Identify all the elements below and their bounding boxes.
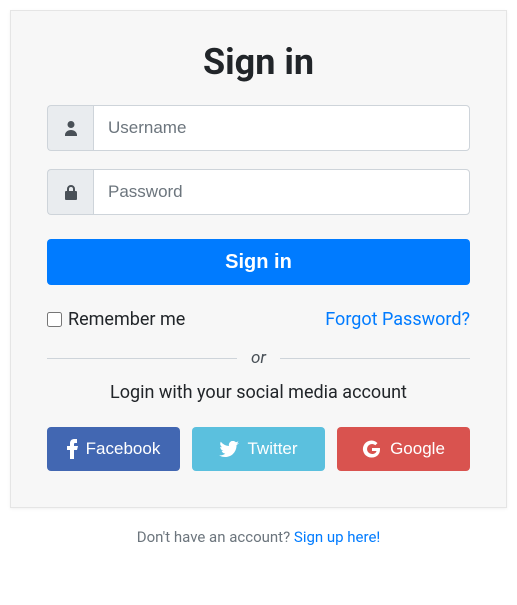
twitter-icon bbox=[219, 441, 239, 457]
divider-label: or bbox=[237, 348, 280, 368]
signin-button[interactable]: Sign in bbox=[47, 239, 470, 285]
remember-row: Remember me Forgot Password? bbox=[47, 309, 470, 330]
forgot-password-link[interactable]: Forgot Password? bbox=[325, 309, 470, 330]
social-buttons-row: Facebook Twitter Google bbox=[47, 427, 470, 471]
remember-me-checkbox[interactable] bbox=[47, 312, 62, 327]
google-icon bbox=[362, 440, 382, 458]
social-login-text: Login with your social media account bbox=[47, 382, 470, 403]
twitter-label: Twitter bbox=[247, 439, 297, 459]
divider: or bbox=[47, 348, 470, 368]
twitter-button[interactable]: Twitter bbox=[192, 427, 325, 471]
google-button[interactable]: Google bbox=[337, 427, 470, 471]
signup-footer: Don't have an account? Sign up here! bbox=[10, 528, 507, 546]
signup-prompt: Don't have an account? bbox=[137, 528, 294, 546]
user-icon bbox=[47, 105, 93, 151]
password-group bbox=[47, 169, 470, 215]
password-input[interactable] bbox=[93, 169, 470, 215]
remember-me-text: Remember me bbox=[68, 309, 185, 330]
signin-card: Sign in Sign in Remember me Forgot Passw… bbox=[10, 10, 507, 508]
signup-link[interactable]: Sign up here! bbox=[294, 528, 380, 546]
page-title: Sign in bbox=[47, 41, 470, 83]
facebook-button[interactable]: Facebook bbox=[47, 427, 180, 471]
facebook-label: Facebook bbox=[86, 439, 161, 459]
username-input[interactable] bbox=[93, 105, 470, 151]
lock-icon bbox=[47, 169, 93, 215]
google-label: Google bbox=[390, 439, 445, 459]
username-group bbox=[47, 105, 470, 151]
facebook-icon bbox=[67, 439, 78, 459]
remember-me-label[interactable]: Remember me bbox=[47, 309, 185, 330]
